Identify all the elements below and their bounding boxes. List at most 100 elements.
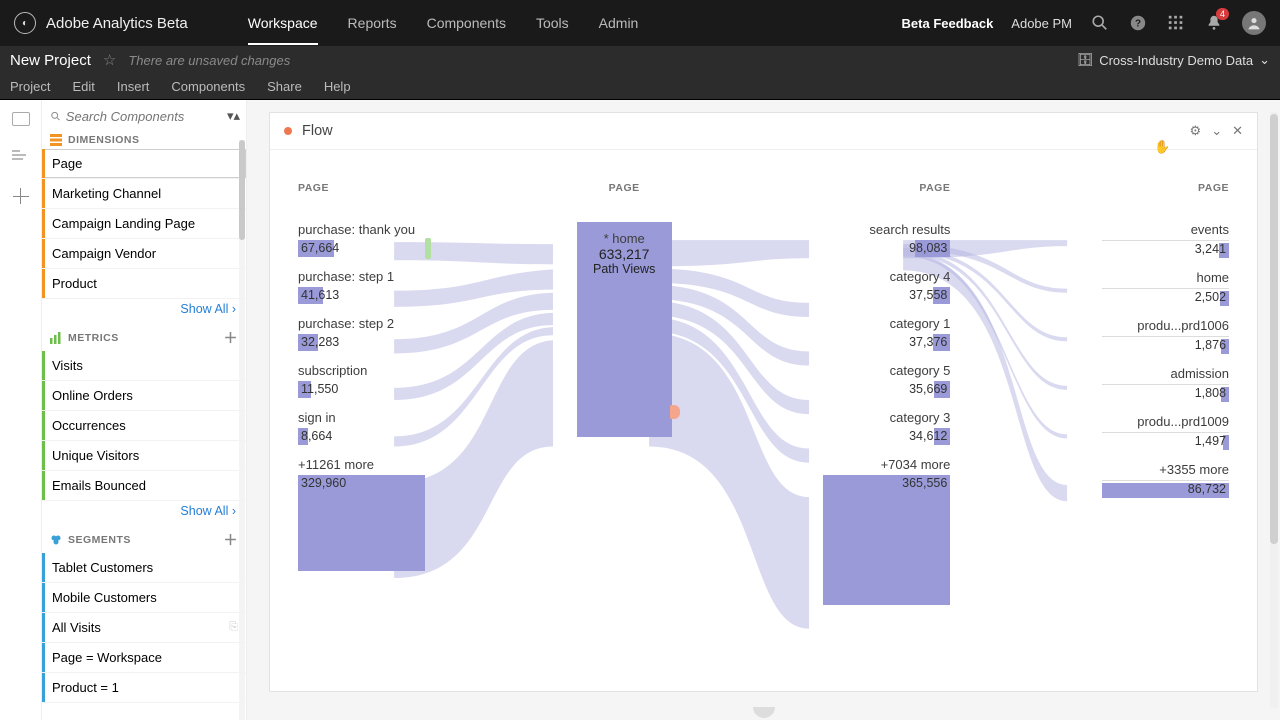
panel-collapse-icon[interactable]: ⌄ bbox=[1211, 123, 1222, 139]
component-item[interactable]: Unique Visitors bbox=[42, 441, 246, 471]
filter-icon[interactable]: ▾▴ bbox=[227, 108, 240, 124]
menu-edit[interactable]: Edit bbox=[72, 79, 94, 94]
nav-tools[interactable]: Tools bbox=[536, 1, 569, 45]
nav-admin[interactable]: Admin bbox=[599, 1, 639, 45]
component-item[interactable]: Occurrences bbox=[42, 411, 246, 441]
component-item[interactable]: Campaign Vendor bbox=[42, 239, 246, 269]
menu-bar: Project Edit Insert Components Share Hel… bbox=[0, 74, 1280, 100]
panel-settings-icon[interactable]: ⚙ bbox=[1190, 123, 1202, 139]
user-avatar[interactable] bbox=[1242, 11, 1266, 35]
dimensions-header: DIMENSIONS bbox=[42, 128, 246, 149]
nav-components[interactable]: Components bbox=[427, 1, 506, 45]
datasource-label: Cross-Industry Demo Data bbox=[1099, 53, 1253, 68]
notification-badge: 4 bbox=[1216, 8, 1229, 20]
flow-col-4: PAGE events3,241 home2,502 produ...prd1006… bbox=[1102, 182, 1229, 670]
component-item[interactable]: Online Orders bbox=[42, 381, 246, 411]
table-icon[interactable] bbox=[13, 188, 29, 204]
panel-header: Flow ⚙ ⌄ ✕ ✋ bbox=[270, 113, 1257, 150]
metrics-header: METRICS ＋ bbox=[42, 322, 246, 351]
flow-node[interactable]: subscription11,550 bbox=[298, 363, 425, 398]
flow-viz: PAGE purchase: thank you67,664 purchase: … bbox=[270, 150, 1257, 670]
flow-node[interactable]: produ...prd10091,497 bbox=[1102, 414, 1229, 450]
component-search-input[interactable] bbox=[66, 109, 221, 124]
apps-icon[interactable] bbox=[1166, 13, 1186, 33]
panel-icon[interactable] bbox=[12, 112, 30, 126]
flow-node[interactable]: purchase: step 141,613 bbox=[298, 269, 425, 304]
favorite-star-icon[interactable]: ☆ bbox=[103, 51, 116, 69]
add-metric-icon[interactable]: ＋ bbox=[224, 328, 239, 348]
dimensions-showall[interactable]: Show All › bbox=[42, 299, 246, 322]
product-name: Adobe Analytics Beta bbox=[46, 15, 188, 32]
svg-text:?: ? bbox=[1135, 19, 1141, 30]
add-segment-icon[interactable]: ＋ bbox=[224, 530, 239, 550]
metrics-showall[interactable]: Show All › bbox=[42, 501, 246, 524]
panel-title[interactable]: Flow bbox=[302, 123, 333, 139]
menu-insert[interactable]: Insert bbox=[117, 79, 150, 94]
flow-node[interactable]: produ...prd10061,876 bbox=[1102, 318, 1229, 354]
menu-project[interactable]: Project bbox=[10, 79, 50, 94]
search-icon[interactable] bbox=[1090, 13, 1110, 33]
primary-nav: Workspace Reports Components Tools Admin bbox=[248, 1, 639, 45]
flow-node[interactable]: purchase: thank you67,664 bbox=[298, 222, 425, 257]
flow-node[interactable]: +7034 more365,556 bbox=[823, 457, 950, 605]
nav-reports[interactable]: Reports bbox=[348, 1, 397, 45]
canvas-scrollbar[interactable] bbox=[1270, 112, 1278, 708]
flow-panel: Flow ⚙ ⌄ ✕ ✋ bbox=[269, 112, 1258, 692]
component-item[interactable]: Emails Bounced bbox=[42, 471, 246, 501]
component-item[interactable]: Page bbox=[42, 149, 246, 179]
component-item[interactable]: All Visits⎘ bbox=[42, 613, 246, 643]
component-item[interactable]: Mobile Customers bbox=[42, 583, 246, 613]
flow-center-node[interactable]: * home 633,217 Path Views bbox=[577, 222, 672, 437]
component-item[interactable]: Product bbox=[42, 269, 246, 299]
left-rail bbox=[0, 100, 42, 720]
side-scrollbar[interactable] bbox=[239, 140, 245, 720]
datasource-selector[interactable]: 🗄 Cross-Industry Demo Data ⌄ bbox=[1077, 52, 1270, 68]
panel-close-icon[interactable]: ✕ bbox=[1232, 123, 1243, 139]
menu-help[interactable]: Help bbox=[324, 79, 351, 94]
user-label: Adobe PM bbox=[1011, 16, 1072, 31]
flow-node[interactable]: purchase: step 232,283 bbox=[298, 316, 425, 351]
workspace-canvas: Flow ⚙ ⌄ ✕ ✋ bbox=[247, 100, 1280, 720]
flow-node[interactable]: events3,241 bbox=[1102, 222, 1229, 258]
panel-status-dot bbox=[284, 127, 292, 135]
flow-node[interactable]: search results98,083 bbox=[823, 222, 950, 257]
component-search[interactable] bbox=[50, 109, 221, 124]
flow-col-3: PAGE search results98,083category 437,55… bbox=[823, 182, 950, 670]
dimensions-icon bbox=[50, 134, 62, 146]
beta-feedback-link[interactable]: Beta Feedback bbox=[902, 16, 994, 31]
flow-node[interactable]: category 137,376 bbox=[823, 316, 950, 351]
component-item[interactable]: Product = 1 bbox=[42, 673, 246, 703]
component-item[interactable]: Visits bbox=[42, 351, 246, 381]
flow-col-center: PAGE * home 633,217 Path Views bbox=[577, 182, 672, 670]
menu-share[interactable]: Share bbox=[267, 79, 302, 94]
flow-node[interactable]: category 437,558 bbox=[823, 269, 950, 304]
flow-node[interactable]: category 334,612 bbox=[823, 410, 950, 445]
help-icon[interactable]: ? bbox=[1128, 13, 1148, 33]
brand-logo-icon: ◐ bbox=[14, 12, 36, 34]
menu-components[interactable]: Components bbox=[171, 79, 245, 94]
notifications-icon[interactable]: 4 bbox=[1204, 13, 1224, 33]
segments-icon bbox=[50, 534, 62, 546]
flow-node[interactable]: sign in8,664 bbox=[298, 410, 425, 445]
nav-workspace[interactable]: Workspace bbox=[248, 1, 318, 45]
flow-col-1: PAGE purchase: thank you67,664 purchase: … bbox=[298, 182, 425, 670]
flow-col-head: PAGE bbox=[298, 182, 425, 194]
metrics-icon bbox=[50, 332, 62, 344]
unsaved-status: There are unsaved changes bbox=[128, 53, 290, 68]
panel-resize-handle[interactable] bbox=[753, 707, 775, 718]
component-item[interactable]: Campaign Landing Page bbox=[42, 209, 246, 239]
viz-icon[interactable] bbox=[12, 150, 30, 164]
flow-node[interactable]: +11261 more329,960 bbox=[298, 457, 425, 571]
segments-header: SEGMENTS ＋ bbox=[42, 524, 246, 553]
component-item[interactable]: Marketing Channel bbox=[42, 179, 246, 209]
components-panel: ▾▴ DIMENSIONS PageMarketing ChannelCampa… bbox=[42, 100, 247, 720]
chevron-down-icon: ⌄ bbox=[1259, 52, 1270, 68]
flow-node[interactable]: admission1,808 bbox=[1102, 366, 1229, 402]
flow-node[interactable]: home2,502 bbox=[1102, 270, 1229, 306]
flow-col-head: PAGE bbox=[1102, 182, 1229, 194]
flow-node[interactable]: category 535,669 bbox=[823, 363, 950, 398]
flow-node[interactable]: +3355 more86,732 bbox=[1102, 462, 1229, 498]
project-title[interactable]: New Project bbox=[10, 52, 91, 69]
component-item[interactable]: Page = Workspace bbox=[42, 643, 246, 673]
component-item[interactable]: Tablet Customers bbox=[42, 553, 246, 583]
